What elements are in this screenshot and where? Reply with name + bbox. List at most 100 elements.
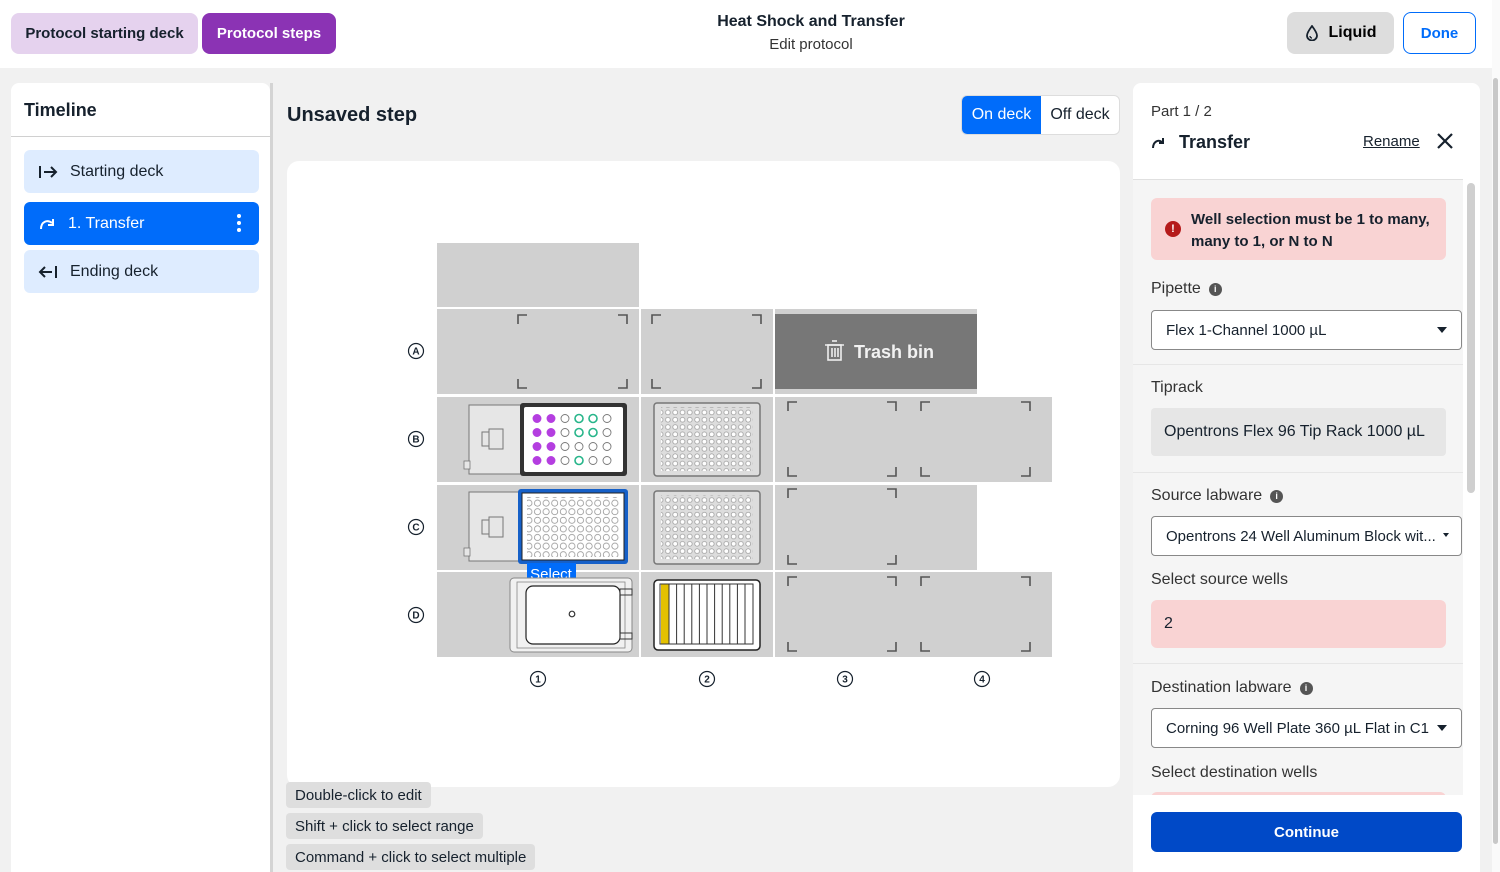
step-title: Unsaved step (287, 104, 418, 126)
on-deck-toggle[interactable]: On deck (962, 96, 1041, 134)
timeline-item-starting-deck[interactable]: Starting deck (24, 150, 259, 193)
well[interactable] (588, 413, 598, 424)
row-label: B (412, 435, 419, 446)
deck-toggle[interactable]: On deck Off deck (961, 95, 1120, 135)
well[interactable] (546, 456, 556, 465)
timeline-item-label: Ending deck (70, 262, 159, 280)
well[interactable] (588, 456, 598, 465)
hint-shift-click: Shift + click to select range (286, 813, 483, 839)
step-form-panel: Part 1 / 2 Transfer Rename ! Well select… (1133, 83, 1480, 872)
well[interactable] (532, 442, 542, 451)
rename-link[interactable]: Rename (1363, 133, 1420, 150)
pipette-value: Flex 1-Channel 1000 µL (1166, 321, 1327, 339)
heater-shaker-module-b1[interactable] (468, 404, 522, 475)
protocol-steps-tab[interactable]: Protocol steps (202, 13, 336, 54)
timeline-item-ending-deck[interactable]: Ending deck (24, 250, 259, 293)
form-scroll-area[interactable]: ! Well selection must be 1 to many, many… (1133, 180, 1463, 795)
destination-wells-label: Select destination wells (1151, 764, 1317, 782)
form-scrollbar[interactable] (1467, 183, 1475, 493)
well[interactable] (602, 414, 612, 423)
source-labware-value: Opentrons 24 Well Aluminum Block wit... (1166, 527, 1436, 545)
well[interactable] (602, 428, 612, 437)
pipette-label-text: Pipette (1151, 280, 1201, 297)
well[interactable] (560, 442, 570, 451)
deck-map: Trash bin Select ABCD 1 2 3 4 (407, 243, 1052, 688)
close-icon[interactable] (1435, 131, 1455, 151)
info-icon[interactable]: i (1270, 489, 1284, 503)
form-footer: Continue (1133, 795, 1480, 872)
well[interactable] (560, 456, 570, 465)
error-icon: ! (1165, 221, 1181, 237)
column-label: 3 (842, 675, 848, 686)
source-label-text: Source labware (1151, 487, 1263, 504)
slot-b3-b4[interactable] (775, 397, 1052, 482)
pipette-select[interactable]: Flex 1-Channel 1000 µL (1151, 310, 1462, 350)
well[interactable] (574, 413, 584, 424)
column-label: 4 (979, 675, 985, 686)
timeline-item-transfer[interactable]: 1. Transfer (24, 202, 259, 245)
well[interactable] (602, 456, 612, 465)
thermocycler-module-c1[interactable] (468, 491, 522, 562)
hint-command-click: Command + click to select multiple (286, 844, 536, 870)
done-button[interactable]: Done (1403, 12, 1476, 54)
tiprack-label-text: Tiprack (1151, 379, 1203, 396)
protocol-starting-deck-tab[interactable]: Protocol starting deck (11, 13, 198, 54)
info-icon[interactable]: i (1208, 282, 1222, 296)
well[interactable] (574, 455, 584, 466)
slot-d3-d4[interactable] (775, 572, 1052, 657)
deck-row-labels: A B C D (407, 342, 425, 624)
well[interactable] (588, 442, 598, 451)
well[interactable] (574, 427, 584, 438)
form-title-label: Transfer (1179, 132, 1251, 152)
well[interactable] (532, 456, 542, 465)
well[interactable] (546, 414, 556, 423)
well[interactable] (546, 428, 556, 437)
slot-a2[interactable] (641, 309, 773, 394)
part-indicator: Part 1 / 2 (1151, 103, 1212, 120)
continue-button[interactable]: Continue (1151, 812, 1462, 852)
destination-labware-label: Destination labware i (1151, 679, 1313, 697)
tiprack-label: Tiprack (1151, 379, 1203, 397)
timeline-item-label: 1. Transfer (68, 214, 145, 232)
well[interactable] (532, 428, 542, 437)
slot-c3[interactable] (775, 485, 977, 570)
divider (1133, 663, 1463, 664)
droplet-icon (1305, 25, 1318, 41)
well[interactable] (560, 414, 570, 423)
protocol-title: Heat Shock and Transfer (717, 13, 905, 30)
timeline-panel: Timeline Starting deck 1. Transfer Endin… (11, 83, 270, 872)
error-message: Well selection must be 1 to many, many t… (1191, 211, 1430, 250)
destination-labware-value: Corning 96 Well Plate 360 µL Flat in C1 (1166, 719, 1429, 737)
source-wells-input[interactable]: 2 (1151, 600, 1446, 648)
panel-separator[interactable] (270, 83, 273, 872)
slot-a1[interactable] (437, 309, 639, 394)
transfer-curve-icon (1152, 137, 1164, 148)
source-labware-select[interactable]: Opentrons 24 Well Aluminum Block wit... (1151, 516, 1462, 556)
column-label: 1 (535, 675, 541, 686)
well[interactable] (574, 442, 584, 451)
well[interactable] (588, 427, 598, 438)
trash-bin-label: Trash bin (854, 342, 934, 362)
arrow-right-bar-icon (39, 165, 58, 178)
destination-labware-select[interactable]: Corning 96 Well Plate 360 µL Flat in C1 (1151, 708, 1462, 748)
protocol-title-block: Heat Shock and Transfer Edit protocol (611, 13, 1011, 53)
off-deck-toggle[interactable]: Off deck (1041, 96, 1119, 134)
liquid-button[interactable]: Liquid (1287, 12, 1394, 54)
divider (1133, 472, 1463, 473)
error-banner: ! Well selection must be 1 to many, many… (1151, 198, 1446, 260)
well[interactable] (532, 414, 542, 423)
well[interactable] (546, 442, 556, 451)
divider (1133, 364, 1463, 365)
deck-map-card: Trash bin Select A B C D 1 2 3 4 (287, 161, 1120, 787)
form-title: Transfer (1151, 132, 1250, 153)
deck-column-labels: 1 2 3 4 (529, 670, 991, 688)
page-scrollbar[interactable] (1493, 78, 1498, 844)
info-icon[interactable]: i (1299, 681, 1313, 695)
dropdown-caret-icon (1437, 327, 1447, 333)
row-label: C (412, 523, 419, 534)
tiprack-value: Opentrons Flex 96 Tip Rack 1000 µL (1151, 408, 1446, 456)
well[interactable] (560, 428, 570, 437)
kebab-menu-icon[interactable] (237, 214, 241, 232)
well[interactable] (602, 442, 612, 451)
arrow-left-bar-icon (38, 265, 57, 278)
